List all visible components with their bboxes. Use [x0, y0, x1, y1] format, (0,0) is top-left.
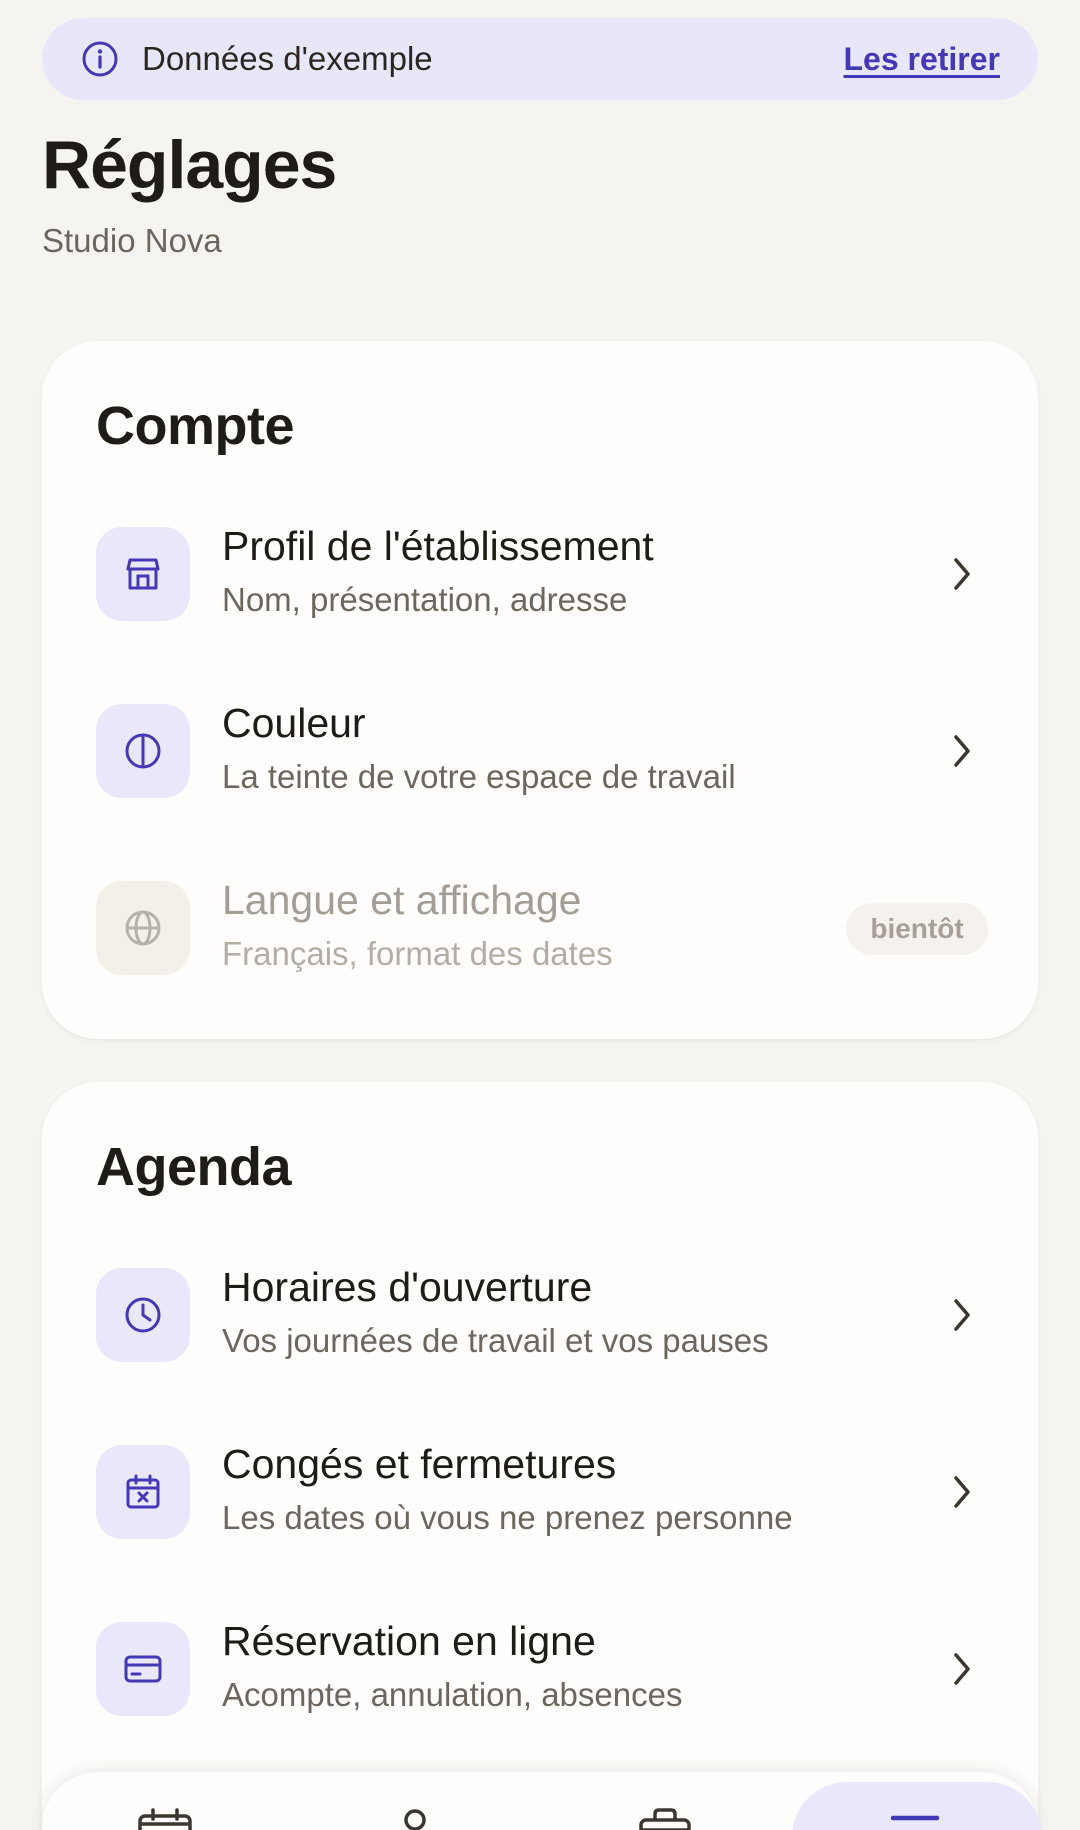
settings-item-conges[interactable]: Congés et fermetures Les dates où vous n…	[42, 1427, 1038, 1557]
chevron-right-icon	[942, 1467, 982, 1517]
bottom-nav	[42, 1772, 1042, 1830]
settings-item-langue: Langue et affichage Français, format des…	[42, 863, 1038, 993]
nav-clients[interactable]	[355, 1808, 475, 1830]
info-icon	[80, 39, 120, 79]
settings-item-couleur[interactable]: Couleur La teinte de votre espace de tra…	[42, 686, 1038, 816]
nav-more[interactable]	[855, 1812, 975, 1830]
settings-item-reservation[interactable]: Réservation en ligne Acompte, annulation…	[42, 1604, 1038, 1734]
briefcase-icon	[637, 1808, 693, 1830]
sample-data-banner: Données d'exemple Les retirer	[42, 18, 1038, 100]
item-title: Profil de l'établissement	[222, 523, 654, 569]
item-title: Réservation en ligne	[222, 1618, 596, 1664]
section-title: Compte	[96, 396, 295, 456]
section-title: Agenda	[96, 1137, 292, 1197]
calendar-x-icon	[96, 1445, 190, 1539]
item-subtitle: La teinte de votre espace de travail	[222, 758, 736, 795]
item-subtitle: Vos journées de travail et vos pauses	[222, 1322, 769, 1359]
chevron-right-icon	[942, 1290, 982, 1340]
chevron-right-icon	[942, 549, 982, 599]
remove-sample-data-link[interactable]: Les retirer	[843, 41, 1000, 78]
item-subtitle: Acompte, annulation, absences	[222, 1676, 683, 1713]
item-title: Langue et affichage	[222, 877, 582, 923]
clock-icon	[96, 1268, 190, 1362]
item-subtitle: Nom, présentation, adresse	[222, 581, 628, 618]
person-icon	[400, 1808, 430, 1830]
coming-soon-badge: bientôt	[846, 903, 988, 955]
item-subtitle: Français, format des dates	[222, 935, 613, 972]
credit-card-icon	[96, 1622, 190, 1716]
settings-item-horaires[interactable]: Horaires d'ouverture Vos journées de tra…	[42, 1250, 1038, 1380]
contrast-icon	[96, 704, 190, 798]
banner-text: Données d'exemple	[142, 40, 433, 77]
calendar-icon	[137, 1808, 193, 1830]
page-subtitle: Studio Nova	[42, 222, 222, 259]
item-title: Couleur	[222, 700, 366, 746]
item-title: Horaires d'ouverture	[222, 1264, 593, 1310]
section-agenda: Agenda Horaires d'ouverture Vos journées…	[42, 1082, 1038, 1830]
globe-icon	[96, 881, 190, 975]
menu-icon	[890, 1812, 940, 1830]
settings-item-profil[interactable]: Profil de l'établissement Nom, présentat…	[42, 509, 1038, 639]
section-compte: Compte Profil de l'établissement Nom, pr…	[42, 341, 1038, 1039]
item-subtitle: Les dates où vous ne prenez personne	[222, 1499, 793, 1536]
chevron-right-icon	[942, 726, 982, 776]
nav-agenda[interactable]	[105, 1808, 225, 1830]
item-title: Congés et fermetures	[222, 1441, 617, 1487]
storefront-icon	[96, 527, 190, 621]
nav-services[interactable]	[605, 1808, 725, 1830]
chevron-right-icon	[942, 1644, 982, 1694]
page-title: Réglages	[42, 127, 337, 203]
